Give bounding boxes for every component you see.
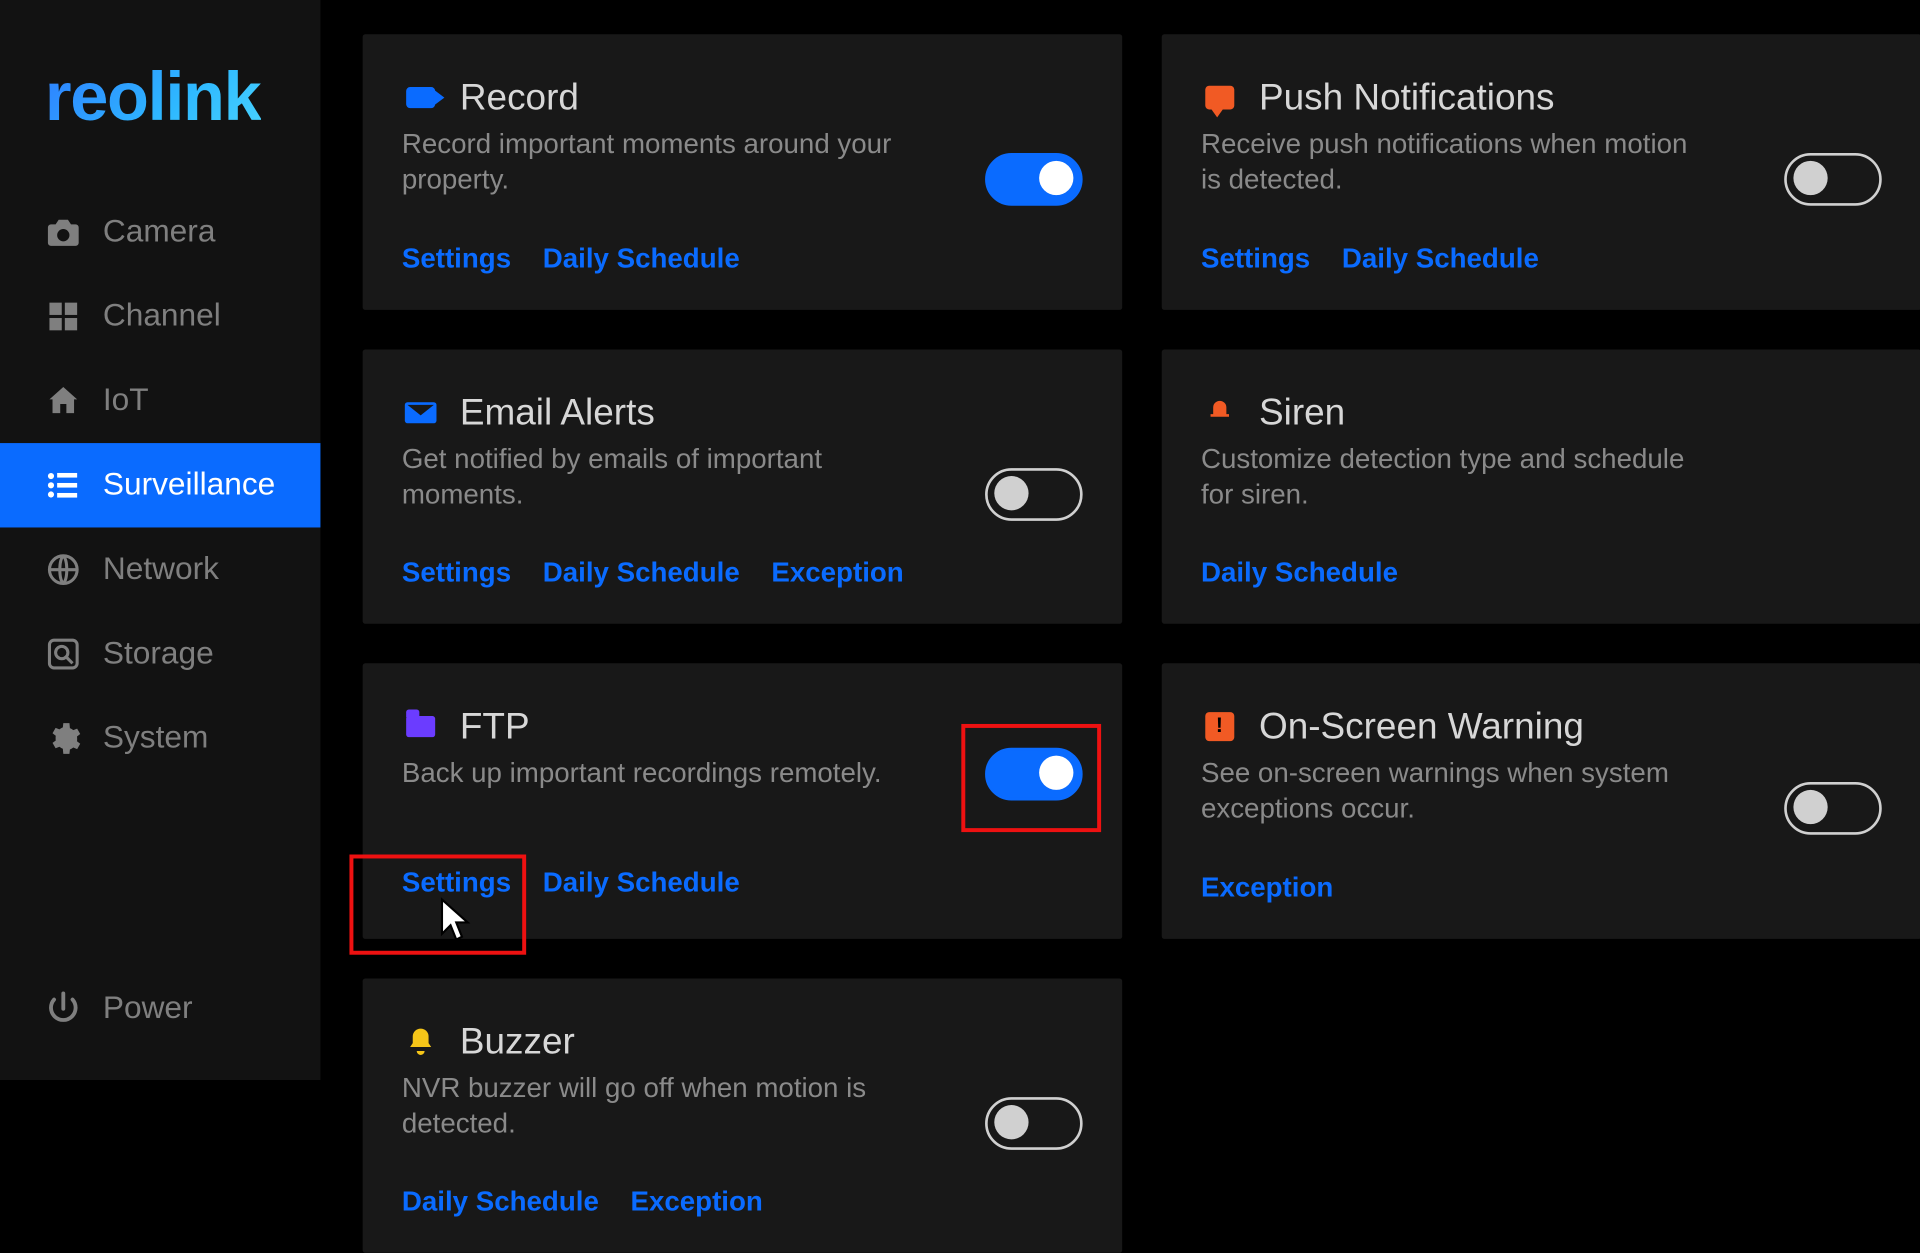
- email-exception-link[interactable]: Exception: [771, 558, 903, 590]
- sidebar-item-label: System: [103, 720, 209, 757]
- card-siren: Siren Customize detection type and sched…: [1161, 349, 1920, 624]
- card-desc: See on-screen warnings when system excep…: [1201, 756, 1702, 828]
- sidebar-item-label: Surveillance: [103, 467, 275, 504]
- sidebar-item-label: Storage: [103, 636, 214, 673]
- card-desc: Receive push notifications when motion i…: [1201, 127, 1702, 199]
- card-buzzer: Buzzer NVR buzzer will go off when motio…: [362, 978, 1122, 1253]
- sidebar-item-label: Network: [103, 551, 219, 588]
- cursor-icon: [439, 896, 473, 941]
- ftp-toggle[interactable]: [985, 748, 1083, 801]
- ftp-daily-link[interactable]: Daily Schedule: [543, 868, 740, 900]
- card-title: Push Notifications: [1259, 76, 1555, 118]
- power-label: Power: [103, 990, 193, 1027]
- chat-icon: [1201, 79, 1238, 116]
- sidebar-item-channel[interactable]: Channel: [0, 274, 320, 358]
- record-toggle[interactable]: [985, 153, 1083, 206]
- card-title: Siren: [1259, 391, 1345, 433]
- card-push: Push Notifications Receive push notifica…: [1161, 34, 1920, 309]
- card-email: Email Alerts Get notified by emails of i…: [362, 349, 1122, 624]
- gear-icon: [45, 720, 82, 757]
- brand-text: reolink: [45, 59, 261, 135]
- card-record: Record Record important moments around y…: [362, 34, 1122, 309]
- sidebar-item-iot[interactable]: IoT: [0, 359, 320, 443]
- osw-exception-link[interactable]: Exception: [1201, 873, 1333, 905]
- power-icon: [45, 990, 82, 1027]
- search-disk-icon: [45, 636, 82, 673]
- buzzer-exception-link[interactable]: Exception: [630, 1187, 762, 1219]
- card-title: Record: [460, 76, 579, 118]
- sidebar-item-storage[interactable]: Storage: [0, 612, 320, 696]
- sidebar-item-network[interactable]: Network: [0, 527, 320, 611]
- card-title: Email Alerts: [460, 391, 655, 433]
- main-content: Record Record important moments around y…: [320, 0, 1920, 1080]
- mail-icon: [402, 394, 439, 431]
- sidebar-item-label: IoT: [103, 382, 149, 419]
- buzzer-toggle[interactable]: [985, 1097, 1083, 1150]
- record-daily-link[interactable]: Daily Schedule: [543, 243, 740, 275]
- sidebar-item-label: Channel: [103, 298, 221, 335]
- push-daily-link[interactable]: Daily Schedule: [1342, 243, 1539, 275]
- card-desc: Record important moments around your pro…: [402, 127, 903, 199]
- nav-list: Camera Channel IoT Surveillance Network …: [0, 190, 320, 967]
- home-icon: [45, 382, 82, 419]
- email-daily-link[interactable]: Daily Schedule: [543, 558, 740, 590]
- card-desc: Back up important recordings remotely.: [402, 756, 903, 792]
- brand-logo: reolink: [0, 32, 320, 190]
- card-onscreen-warning: ! On-Screen Warning See on-screen warnin…: [1161, 664, 1920, 939]
- card-ftp: FTP Back up important recordings remotel…: [362, 664, 1122, 939]
- list-icon: [45, 467, 82, 504]
- video-icon: [402, 79, 439, 116]
- card-title: On-Screen Warning: [1259, 706, 1584, 748]
- osw-toggle[interactable]: [1784, 782, 1882, 835]
- globe-icon: [45, 551, 82, 588]
- ftp-settings-link[interactable]: Settings: [402, 868, 511, 900]
- sidebar-item-label: Camera: [103, 214, 216, 251]
- push-settings-link[interactable]: Settings: [1201, 243, 1310, 275]
- card-desc: NVR buzzer will go off when motion is de…: [402, 1070, 903, 1142]
- folder-icon: [402, 708, 439, 745]
- surveillance-cards: Record Record important moments around y…: [362, 34, 1920, 1253]
- sidebar: reolink Camera Channel IoT Surveillance …: [0, 0, 320, 1080]
- card-title: Buzzer: [460, 1020, 575, 1062]
- siren-daily-link[interactable]: Daily Schedule: [1201, 558, 1398, 590]
- email-toggle[interactable]: [985, 468, 1083, 521]
- sidebar-item-system[interactable]: System: [0, 696, 320, 780]
- buzzer-daily-link[interactable]: Daily Schedule: [402, 1187, 599, 1219]
- push-toggle[interactable]: [1784, 153, 1882, 206]
- email-settings-link[interactable]: Settings: [402, 558, 511, 590]
- siren-icon: [1201, 394, 1238, 431]
- sidebar-item-camera[interactable]: Camera: [0, 190, 320, 274]
- card-desc: Get notified by emails of important mome…: [402, 441, 903, 513]
- card-desc: Customize detection type and schedule fo…: [1201, 441, 1702, 513]
- power-button[interactable]: Power: [0, 967, 320, 1080]
- camera-icon: [45, 214, 82, 251]
- record-settings-link[interactable]: Settings: [402, 243, 511, 275]
- grid-icon: [45, 298, 82, 335]
- warning-icon: !: [1201, 708, 1238, 745]
- bell-icon: [402, 1023, 439, 1060]
- card-title: FTP: [460, 706, 530, 748]
- sidebar-item-surveillance[interactable]: Surveillance: [0, 443, 320, 527]
